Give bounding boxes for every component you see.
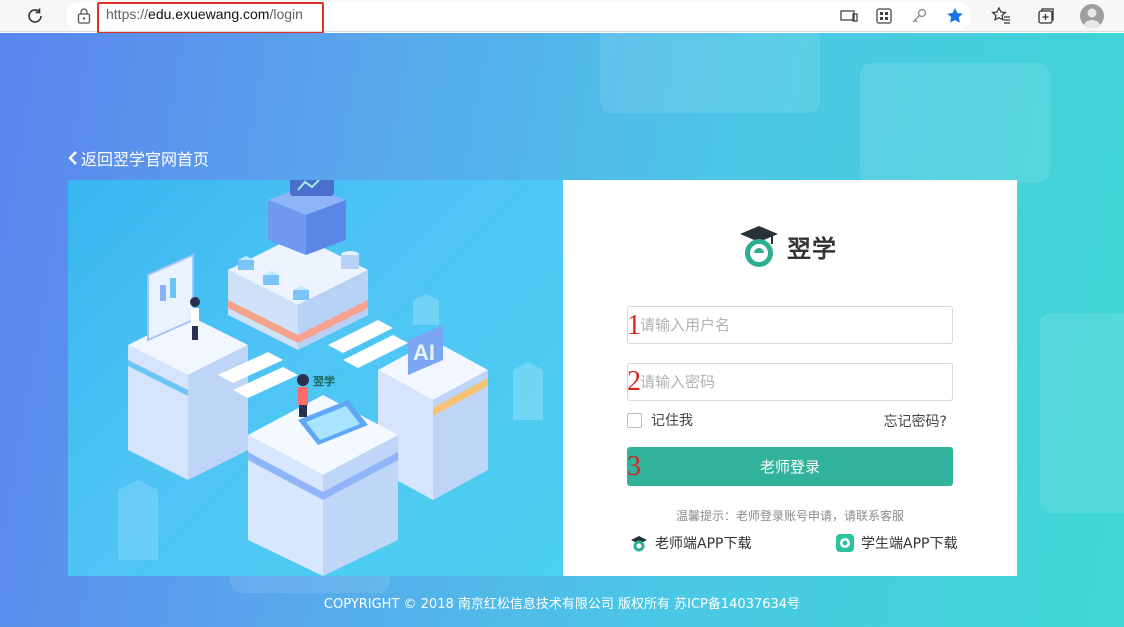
login-card: 翌学 1 2 记住我 忘记密码? 老师登录 3 温馨提示：老师登录账号申请，请联… <box>563 180 1017 576</box>
ai-label: AI <box>413 340 435 365</box>
reading-view-icon[interactable] <box>838 5 860 27</box>
student-app-icon <box>836 534 854 552</box>
lock-icon[interactable] <box>76 7 92 25</box>
remember-me[interactable]: 记住我 <box>627 410 693 430</box>
username-input[interactable] <box>628 307 952 343</box>
annotation-number-2: 2 <box>627 366 641 397</box>
password-field[interactable] <box>627 363 953 401</box>
teacher-app-download-link[interactable]: 老师端APP下载 <box>629 533 751 553</box>
annotation-number-3: 3 <box>627 451 641 482</box>
brand-logo: 翌学 <box>739 224 837 268</box>
username-field[interactable] <box>627 306 953 344</box>
login-tip: 温馨提示：老师登录账号申请，请联系客服 <box>675 509 904 523</box>
remember-me-label: 记住我 <box>651 413 693 429</box>
key-icon[interactable] <box>908 5 930 27</box>
collections-icon[interactable] <box>1035 5 1057 27</box>
url-text[interactable]: https://edu.exuewang.com/login <box>106 6 303 22</box>
illustration-panel: AI 翌学 <box>68 180 563 576</box>
background-shape <box>860 63 1050 183</box>
teacher-login-button[interactable]: 老师登录 <box>627 447 953 486</box>
reload-icon[interactable] <box>24 5 46 27</box>
user-icon <box>1084 8 1100 28</box>
profile-avatar[interactable] <box>1080 4 1104 28</box>
back-link-label: 返回翌学官网首页 <box>81 150 210 169</box>
url-path: /login <box>269 6 303 22</box>
login-page: 返回翌学官网首页 AI 翌学 翌学 请输入用户名 1 2 记住我 忘记密码? 老… <box>0 33 1124 627</box>
password-input[interactable] <box>628 364 952 400</box>
brand-name: 翌学 <box>787 234 837 263</box>
chevron-left-icon <box>68 151 77 165</box>
background-shape <box>1040 313 1124 513</box>
graduation-cap-logo-icon <box>740 226 778 267</box>
favorite-star-icon[interactable] <box>944 5 966 27</box>
teacher-app-label: 老师端APP下载 <box>655 536 752 552</box>
illustration-logo-text: 翌学 <box>313 374 335 388</box>
copyright-footer: COPYRIGHT © 2018 南京红松信息技术有限公司 版权所有 苏ICP备… <box>323 597 801 612</box>
student-app-download-link[interactable]: 学生端APP下载 <box>835 533 957 553</box>
browser-toolbar: https://edu.exuewang.com/login <box>0 0 1124 34</box>
forgot-password-link[interactable]: 忘记密码? <box>884 411 947 431</box>
background-shape <box>600 33 820 113</box>
login-button-label: 老师登录 <box>759 458 820 476</box>
apps-icon[interactable] <box>873 5 895 27</box>
back-to-home-link[interactable]: 返回翌学官网首页 <box>68 146 209 170</box>
remember-me-checkbox[interactable] <box>627 412 642 428</box>
annotation-number-1: 1 <box>627 310 641 341</box>
student-app-label: 学生端APP下载 <box>861 536 958 552</box>
isometric-illustration: AI 翌学 <box>118 180 543 576</box>
favorites-list-icon[interactable] <box>991 5 1013 27</box>
url-scheme: https:// <box>106 6 149 22</box>
url-host: edu.exuewang.com <box>148 6 270 22</box>
teacher-app-icon <box>631 536 647 552</box>
